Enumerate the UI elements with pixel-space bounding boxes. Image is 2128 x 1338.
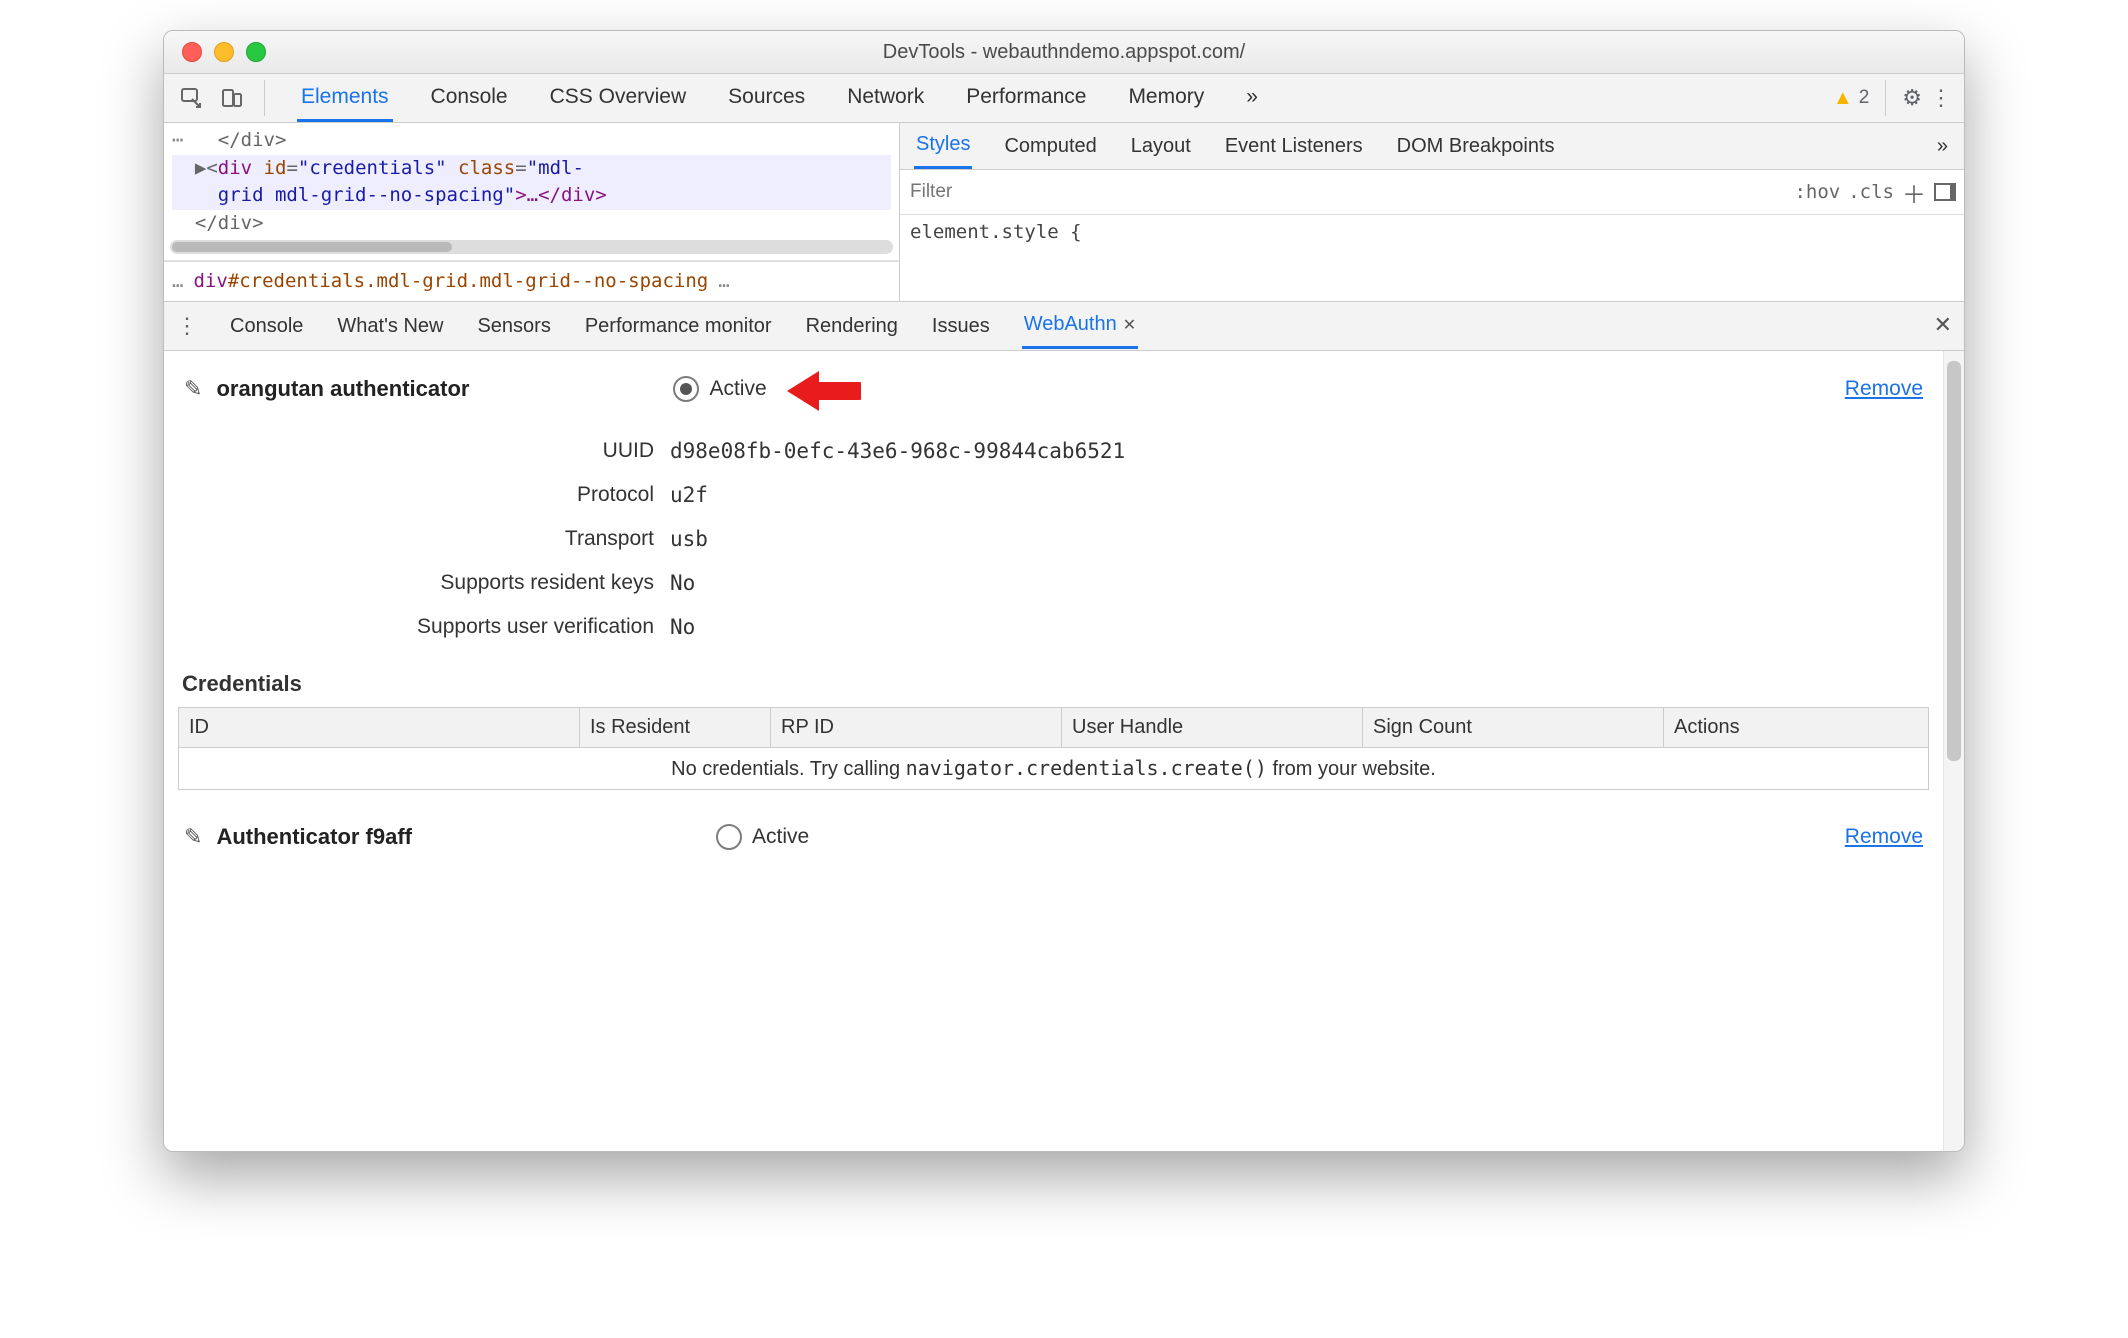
drawer-tab-webauthn[interactable]: WebAuthn✕ xyxy=(1022,303,1138,349)
subtab-computed[interactable]: Computed xyxy=(1002,125,1098,168)
maximize-window-icon[interactable] xyxy=(246,42,266,62)
tabs-overflow-icon[interactable]: » xyxy=(1242,75,1262,122)
subtab-layout[interactable]: Layout xyxy=(1129,125,1193,168)
warnings-count: 2 xyxy=(1859,87,1870,109)
prop-label-resident: Supports resident keys xyxy=(184,571,670,595)
active-radio[interactable] xyxy=(716,824,742,850)
drawer-close-icon[interactable]: ✕ xyxy=(1934,312,1952,338)
device-toggle-icon[interactable] xyxy=(216,82,248,114)
settings-gear-icon[interactable]: ⚙ xyxy=(1902,85,1922,111)
table-header-row: ID Is Resident RP ID User Handle Sign Co… xyxy=(179,708,1929,748)
prop-uv: No xyxy=(670,615,695,639)
tab-performance[interactable]: Performance xyxy=(962,75,1090,122)
drawer-tab-performance-monitor[interactable]: Performance monitor xyxy=(583,305,774,348)
col-resident: Is Resident xyxy=(580,708,771,748)
prop-protocol: u2f xyxy=(670,483,708,507)
prop-uuid: d98e08fb-0efc-43e6-968c-99844cab6521 xyxy=(670,439,1125,463)
drawer-tab-rendering[interactable]: Rendering xyxy=(804,305,900,348)
breadcrumb[interactable]: … div#credentials.mdl-grid.mdl-grid--no-… xyxy=(164,261,899,301)
warning-icon: ▲ xyxy=(1833,87,1853,110)
vertical-scrollbar[interactable] xyxy=(1943,351,1964,1151)
minimize-window-icon[interactable] xyxy=(214,42,234,62)
drawer-tab-issues[interactable]: Issues xyxy=(930,305,992,348)
tab-elements[interactable]: Elements xyxy=(297,75,393,122)
drawer-tab-console[interactable]: Console xyxy=(228,305,305,348)
drawer-tabs: ⋮ Console What's New Sensors Performance… xyxy=(164,302,1964,351)
new-style-rule-icon[interactable]: ＋ xyxy=(1902,175,1926,210)
tab-network[interactable]: Network xyxy=(843,75,928,122)
elements-dom-tree[interactable]: ⋯ </div> ▶<div id="credentials" class="m… xyxy=(164,123,900,301)
col-user: User Handle xyxy=(1062,708,1363,748)
dom-selected-node[interactable]: ▶<div id="credentials" class="mdl- xyxy=(172,155,891,183)
prop-label-uuid: UUID xyxy=(184,439,670,463)
edit-icon[interactable]: ✎ xyxy=(184,376,202,402)
close-tab-icon[interactable]: ✕ xyxy=(1123,317,1136,334)
authenticator-name: Authenticator f9aff xyxy=(216,824,412,850)
styles-filter-row: :hov .cls ＋ xyxy=(900,170,1964,215)
subtab-styles[interactable]: Styles xyxy=(914,123,972,169)
styles-filter-input[interactable] xyxy=(908,180,1786,204)
dom-horizontal-scrollbar[interactable] xyxy=(170,240,893,254)
edit-icon[interactable]: ✎ xyxy=(184,824,202,850)
authenticator-props: UUIDd98e08fb-0efc-43e6-968c-99844cab6521… xyxy=(164,423,1943,659)
dom-collapse-dots[interactable]: ⋯ xyxy=(172,129,183,151)
remove-authenticator-link[interactable]: Remove xyxy=(1845,377,1923,401)
drawer-tab-whats-new[interactable]: What's New xyxy=(335,305,445,348)
authenticator-row: ✎ orangutan authenticator Active Remove xyxy=(164,351,1943,423)
col-sign: Sign Count xyxy=(1363,708,1664,748)
prop-resident: No xyxy=(670,571,695,595)
prop-transport: usb xyxy=(670,527,708,551)
drawer-tab-sensors[interactable]: Sensors xyxy=(475,305,552,348)
tab-memory[interactable]: Memory xyxy=(1124,75,1208,122)
devtools-window: DevTools - webauthndemo.appspot.com/ Ele… xyxy=(163,30,1965,1152)
drawer-more-icon[interactable]: ⋮ xyxy=(176,313,198,339)
table-row: No credentials. Try calling navigator.cr… xyxy=(179,748,1929,790)
active-label: Active xyxy=(709,377,766,401)
credentials-empty-msg: No credentials. Try calling navigator.cr… xyxy=(179,748,1929,790)
remove-authenticator-link[interactable]: Remove xyxy=(1845,825,1923,849)
webauthn-panel: ✎ orangutan authenticator Active Remove … xyxy=(164,351,1943,1151)
main-tabs: Elements Console CSS Overview Sources Ne… xyxy=(297,75,1262,122)
col-actions: Actions xyxy=(1664,708,1929,748)
styles-subtabs: Styles Computed Layout Event Listeners D… xyxy=(900,123,1964,170)
active-label: Active xyxy=(752,825,809,849)
credentials-heading: Credentials xyxy=(164,659,1943,707)
col-id: ID xyxy=(179,708,580,748)
cls-toggle[interactable]: .cls xyxy=(1848,181,1894,203)
close-window-icon[interactable] xyxy=(182,42,202,62)
window-title: DevTools - webauthndemo.appspot.com/ xyxy=(164,41,1964,64)
authenticator-row: ✎ Authenticator f9aff Active Remove xyxy=(164,808,1943,862)
prop-label-uv: Supports user verification xyxy=(184,615,670,639)
warnings-badge[interactable]: ▲ 2 xyxy=(1833,87,1869,110)
tab-css-overview[interactable]: CSS Overview xyxy=(546,75,691,122)
annotation-arrow-icon xyxy=(781,367,851,411)
subtabs-overflow-icon[interactable]: » xyxy=(1935,125,1950,168)
more-menu-icon[interactable]: ⋮ xyxy=(1930,85,1952,111)
active-radio[interactable] xyxy=(673,376,699,402)
element-style-rule[interactable]: element.style { xyxy=(900,215,1964,249)
prop-label-transport: Transport xyxy=(184,527,670,551)
subtab-event-listeners[interactable]: Event Listeners xyxy=(1223,125,1365,168)
hov-toggle[interactable]: :hov xyxy=(1794,181,1840,203)
credentials-table: ID Is Resident RP ID User Handle Sign Co… xyxy=(178,707,1929,790)
titlebar[interactable]: DevTools - webauthndemo.appspot.com/ xyxy=(164,31,1964,74)
inspect-icon[interactable] xyxy=(176,82,208,114)
toggle-sidebar-icon[interactable] xyxy=(1934,183,1956,201)
tab-console[interactable]: Console xyxy=(427,75,512,122)
authenticator-name: orangutan authenticator xyxy=(216,376,469,402)
main-toolbar: Elements Console CSS Overview Sources Ne… xyxy=(164,74,1964,123)
prop-label-protocol: Protocol xyxy=(184,483,670,507)
tab-sources[interactable]: Sources xyxy=(724,75,809,122)
col-rpid: RP ID xyxy=(771,708,1062,748)
window-controls xyxy=(164,42,266,62)
subtab-dom-breakpoints[interactable]: DOM Breakpoints xyxy=(1395,125,1557,168)
